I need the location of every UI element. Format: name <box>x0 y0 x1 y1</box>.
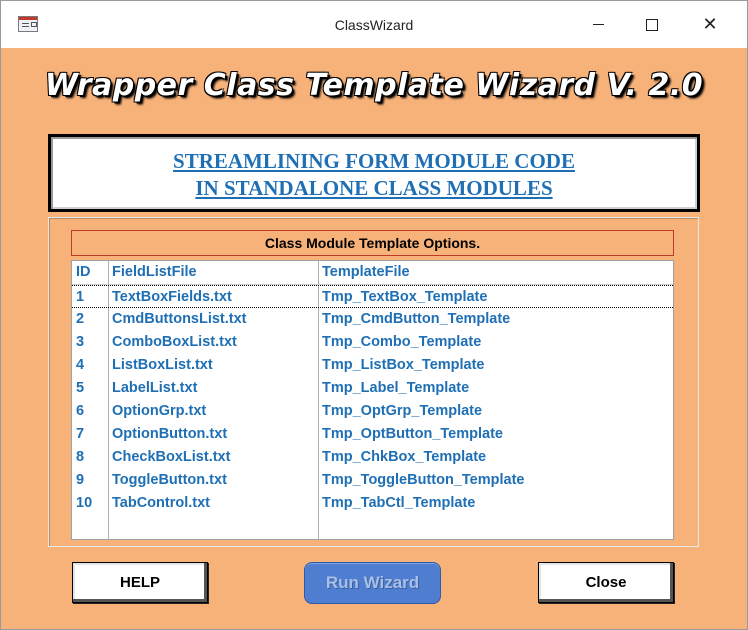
help-button[interactable]: HELP <box>72 562 208 603</box>
row-field-file: ListBoxList.txt <box>112 357 213 373</box>
row-field-file: CheckBoxList.txt <box>112 449 231 465</box>
row-template-file: Tmp_ToggleButton_Template <box>322 472 525 488</box>
list-row[interactable]: 10 TabControl.txt Tmp_TabCtl_Template <box>72 492 673 515</box>
row-field-file: ComboBoxList.txt <box>112 334 237 350</box>
row-template-file: Tmp_CmdButton_Template <box>322 311 511 327</box>
row-id: 7 <box>76 426 85 442</box>
maximize-icon <box>646 18 658 31</box>
wizard-title: Wrapper Class Template Wizard V. 2.0 <box>44 68 704 103</box>
row-id: 8 <box>76 449 85 465</box>
row-id: 4 <box>76 357 85 373</box>
column-header-id: ID <box>76 264 91 280</box>
row-field-file: OptionButton.txt <box>112 426 228 442</box>
row-template-file: Tmp_OptGrp_Template <box>322 403 483 419</box>
title-bar[interactable]: ClassWizard ✕ <box>1 1 747 48</box>
row-id: 10 <box>76 495 93 511</box>
list-row[interactable]: 3 ComboBoxList.txt Tmp_Combo_Template <box>72 331 673 354</box>
row-id: 9 <box>76 472 85 488</box>
row-template-file: Tmp_TextBox_Template <box>322 289 488 305</box>
row-id: 3 <box>76 334 85 350</box>
banner: STREAMLINING FORM MODULE CODE IN STANDAL… <box>48 134 700 212</box>
row-field-file: CmdButtonsList.txt <box>112 311 247 327</box>
row-template-file: Tmp_ChkBox_Template <box>322 449 487 465</box>
list-row[interactable]: 2 CmdButtonsList.txt Tmp_CmdButton_Templ… <box>72 308 673 331</box>
minimize-icon <box>592 24 604 25</box>
run-wizard-button[interactable]: Run Wizard <box>304 562 441 604</box>
close-icon: ✕ <box>702 14 718 34</box>
window-close-button[interactable]: ✕ <box>687 1 733 48</box>
maximize-button[interactable] <box>629 1 675 48</box>
row-id: 1 <box>76 289 85 305</box>
list-row[interactable]: 1 TextBoxFields.txt Tmp_TextBox_Template <box>72 285 673 308</box>
template-options-list[interactable]: ID FieldListFile TemplateFile 1 TextBoxF… <box>71 260 674 540</box>
row-id: 2 <box>76 311 85 327</box>
column-header-templatefile: TemplateFile <box>322 264 410 280</box>
row-template-file: Tmp_TabCtl_Template <box>322 495 476 511</box>
list-row[interactable]: 6 OptionGrp.txt Tmp_OptGrp_Template <box>72 400 673 423</box>
list-row[interactable]: 4 ListBoxList.txt Tmp_ListBox_Template <box>72 354 673 377</box>
row-id: 5 <box>76 380 85 396</box>
row-field-file: TabControl.txt <box>112 495 210 511</box>
column-header-fieldlistfile: FieldListFile <box>112 264 197 280</box>
banner-line-2[interactable]: IN STANDALONE CLASS MODULES <box>51 176 697 201</box>
row-template-file: Tmp_OptButton_Template <box>322 426 503 442</box>
row-template-file: Tmp_Combo_Template <box>322 334 482 350</box>
list-row[interactable]: 9 ToggleButton.txt Tmp_ToggleButton_Temp… <box>72 469 673 492</box>
list-header-row: ID FieldListFile TemplateFile <box>72 261 673 285</box>
row-id: 6 <box>76 403 85 419</box>
banner-line-1[interactable]: STREAMLINING FORM MODULE CODE <box>51 149 697 174</box>
list-row[interactable]: 7 OptionButton.txt Tmp_OptButton_Templat… <box>72 423 673 446</box>
list-row[interactable]: 5 LabelList.txt Tmp_Label_Template <box>72 377 673 400</box>
options-header: Class Module Template Options. <box>71 230 674 256</box>
row-field-file: OptionGrp.txt <box>112 403 207 419</box>
row-template-file: Tmp_ListBox_Template <box>322 357 485 373</box>
close-button[interactable]: Close <box>538 562 674 603</box>
row-field-file: ToggleButton.txt <box>112 472 227 488</box>
row-field-file: TextBoxFields.txt <box>112 289 232 305</box>
row-template-file: Tmp_Label_Template <box>322 380 470 396</box>
row-field-file: LabelList.txt <box>112 380 198 396</box>
list-row[interactable]: 8 CheckBoxList.txt Tmp_ChkBox_Template <box>72 446 673 469</box>
minimize-button[interactable] <box>575 1 621 48</box>
